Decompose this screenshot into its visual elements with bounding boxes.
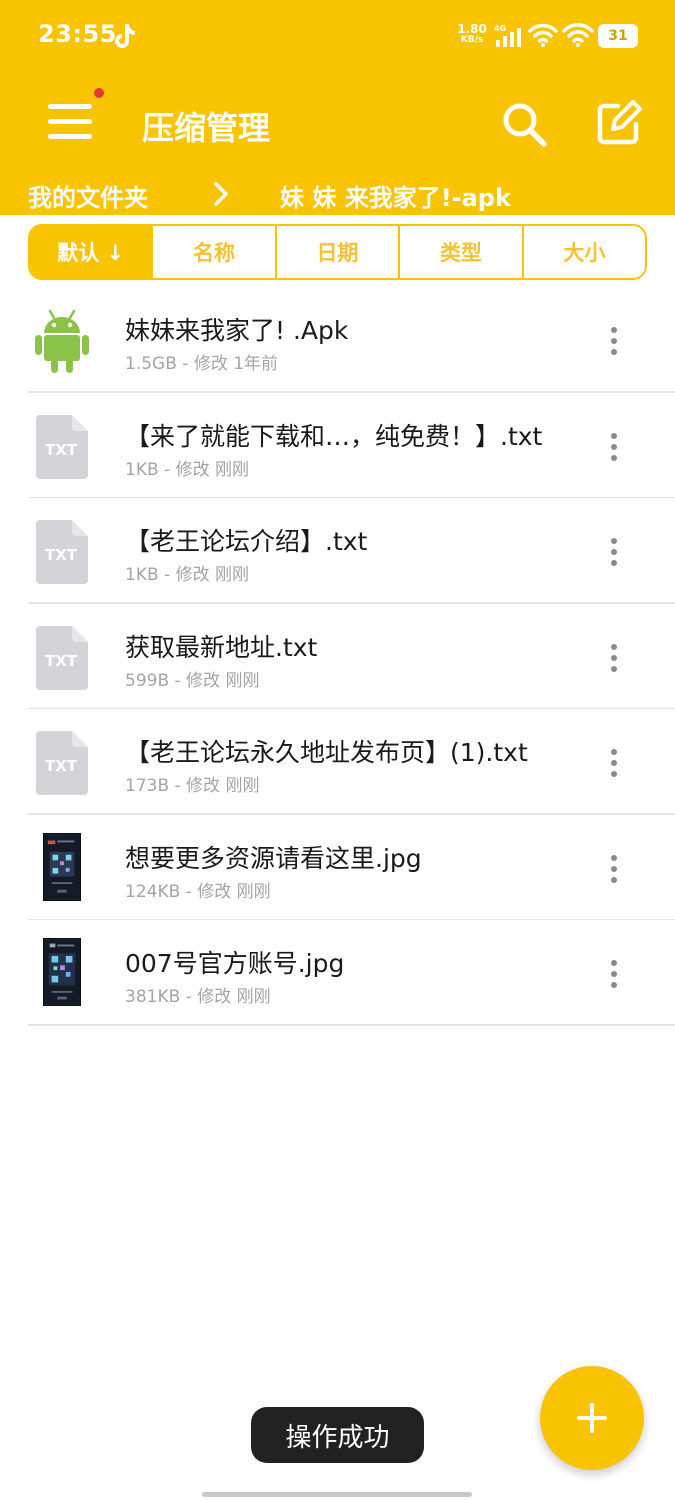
net-speed-unit: KB/s xyxy=(460,35,484,45)
txt-file-icon: TXT xyxy=(36,625,88,690)
file-name: 想要更多资源请看这里.jpg xyxy=(125,843,422,873)
sort-tab-default[interactable]: 默认 ↓ xyxy=(30,226,152,278)
list-item[interactable]: 想要更多资源请看这里.jpg 124KB - 修改 刚刚 xyxy=(0,815,675,920)
file-name: 获取最新地址.txt xyxy=(125,632,318,662)
list-item[interactable]: TXT 【来了就能下载和…，纯免费！】.txt 1KB - 修改 刚刚 xyxy=(0,393,675,498)
battery-icon: 31 xyxy=(598,24,638,48)
add-button[interactable] xyxy=(540,1366,644,1470)
file-name: 007号官方账号.jpg xyxy=(125,949,345,978)
more-vertical-icon[interactable] xyxy=(604,431,624,463)
chevron-right-icon xyxy=(214,182,228,206)
android-icon xyxy=(35,309,89,373)
sort-tab-type[interactable]: 类型 xyxy=(398,226,521,278)
txt-icon-label: TXT xyxy=(45,757,78,775)
net-speed-value: 1.80 xyxy=(457,22,487,36)
more-vertical-icon[interactable] xyxy=(604,747,624,779)
txt-icon-label: TXT xyxy=(45,652,78,670)
tiktok-icon xyxy=(115,24,135,48)
divider xyxy=(28,1024,675,1026)
file-name: 【老王论坛介绍】.txt xyxy=(125,527,368,556)
image-thumbnail xyxy=(43,832,81,901)
txt-file-icon: TXT xyxy=(36,520,88,584)
search-icon[interactable] xyxy=(500,100,548,148)
net-speed: 1.80 KB/s xyxy=(452,22,492,46)
file-meta: 1.5GB - 修改 1年前 xyxy=(125,354,279,374)
txt-icon-label: TXT xyxy=(45,441,78,459)
toast: 操作成功 xyxy=(251,1407,424,1463)
file-meta: 381KB - 修改 刚刚 xyxy=(125,987,271,1007)
file-meta: 173B - 修改 刚刚 xyxy=(125,776,260,796)
battery-level: 31 xyxy=(608,28,628,44)
txt-icon-label: TXT xyxy=(45,546,78,564)
page-title: 压缩管理 xyxy=(142,109,271,147)
plus-icon xyxy=(577,1403,607,1433)
menu-icon[interactable] xyxy=(46,100,94,144)
list-item[interactable]: 007号官方账号.jpg 381KB - 修改 刚刚 xyxy=(0,920,675,1026)
file-meta: 124KB - 修改 刚刚 xyxy=(125,881,271,902)
notification-dot xyxy=(94,88,104,98)
list-item[interactable]: TXT 【老王论坛永久地址发布页】(1).txt 173B - 修改 刚刚 xyxy=(0,709,675,815)
signal-icon: 4G xyxy=(494,24,521,47)
sort-tab-name[interactable]: 名称 xyxy=(151,226,274,278)
txt-file-icon: TXT xyxy=(36,414,88,479)
network-type: 4G xyxy=(494,24,506,33)
more-vertical-icon[interactable] xyxy=(604,325,624,357)
file-list: 妹妹来我家了! .Apk 1.5GB - 修改 1年前 TXT 【来了就能下载和… xyxy=(0,287,675,1026)
wifi-icon xyxy=(562,23,594,47)
more-vertical-icon[interactable] xyxy=(604,958,624,990)
edit-icon[interactable] xyxy=(596,100,642,146)
more-vertical-icon[interactable] xyxy=(604,853,624,885)
list-item[interactable]: 妹妹来我家了! .Apk 1.5GB - 修改 1年前 xyxy=(0,287,675,393)
sort-tab-date[interactable]: 日期 xyxy=(274,226,398,278)
breadcrumb-current[interactable]: 妹 妹 来我家了!-apk xyxy=(280,178,511,213)
breadcrumb-root[interactable]: 我的文件夹 xyxy=(28,178,148,213)
more-vertical-icon[interactable] xyxy=(604,642,624,674)
wifi-icon xyxy=(528,23,558,47)
status-time: 23:55 xyxy=(38,20,117,48)
file-name: 妹妹来我家了! .Apk xyxy=(125,316,349,345)
sort-tabs: 默认 ↓ 名称 日期 类型 大小 xyxy=(28,224,647,280)
file-meta: 1KB - 修改 刚刚 xyxy=(125,459,249,480)
list-item[interactable]: TXT 【老王论坛介绍】.txt 1KB - 修改 刚刚 xyxy=(0,498,675,604)
file-name: 【老王论坛永久地址发布页】(1).txt xyxy=(125,738,528,767)
file-name: 【来了就能下载和…，纯免费！】.txt xyxy=(125,421,543,451)
file-meta: 599B - 修改 刚刚 xyxy=(125,670,260,691)
list-item[interactable]: TXT 获取最新地址.txt 599B - 修改 刚刚 xyxy=(0,604,675,709)
header: 23:55 1.80 KB/s 4G 31 压缩管理 我的文件夹 妹 妹 来我家… xyxy=(0,0,675,215)
sort-tab-size[interactable]: 大小 xyxy=(521,226,645,278)
txt-file-icon: TXT xyxy=(36,731,88,795)
home-indicator[interactable] xyxy=(202,1492,472,1497)
more-vertical-icon[interactable] xyxy=(604,536,624,568)
file-meta: 1KB - 修改 刚刚 xyxy=(125,565,249,585)
image-thumbnail xyxy=(43,938,81,1006)
